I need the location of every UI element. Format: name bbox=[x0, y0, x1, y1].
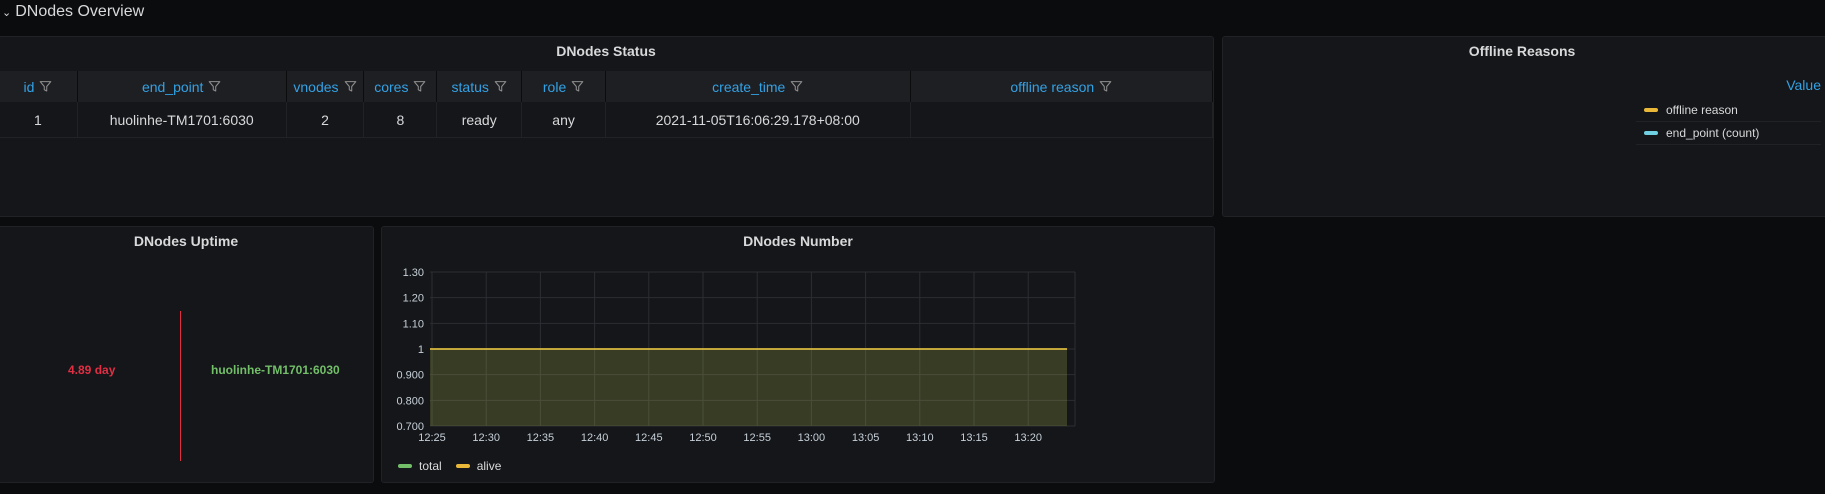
filter-icon[interactable] bbox=[39, 80, 52, 93]
table-body: 1 huolinhe-TM1701:6030 2 8 ready any 2021-11-0… bbox=[0, 102, 1213, 138]
y-tick-label: 1.20 bbox=[403, 293, 424, 305]
legend-swatch bbox=[398, 464, 412, 468]
dnodes-number-chart: 1.301.201.1010.9000.8000.70012:25 12:30 12… bbox=[396, 267, 1076, 444]
x-tick-label: 13:15 bbox=[960, 432, 988, 444]
filter-icon[interactable] bbox=[208, 80, 221, 93]
x-tick-label: 12:30 bbox=[472, 432, 500, 444]
column-header-label: vnodes bbox=[293, 78, 339, 95]
uptime-divider bbox=[180, 311, 181, 461]
legend-swatch bbox=[1644, 108, 1658, 112]
table-cell: 8 bbox=[364, 102, 438, 137]
offline-reasons-panel: Offline Reasons Value offline reason end… bbox=[1222, 36, 1825, 217]
table-header: id end_point vnodes cores status role create_t… bbox=[0, 71, 1213, 102]
column-header[interactable]: create_time bbox=[606, 71, 911, 102]
legend-label: end_point (count) bbox=[1666, 126, 1760, 140]
legend-swatch bbox=[455, 464, 470, 468]
column-header-label: cores bbox=[374, 78, 409, 95]
row-header[interactable]: ⌄ DNodes Overview bbox=[0, 0, 144, 24]
panel-title[interactable]: Offline Reasons bbox=[1223, 43, 1821, 59]
column-header[interactable]: id bbox=[0, 71, 78, 102]
legend-item-total[interactable]: total bbox=[398, 459, 442, 473]
x-tick-label: 12:25 bbox=[418, 432, 446, 444]
column-header-label: offline reason bbox=[1010, 78, 1095, 95]
column-header-label: status bbox=[451, 78, 489, 95]
filter-icon[interactable] bbox=[344, 80, 357, 93]
uptime-value: 4.89 day bbox=[68, 363, 116, 377]
column-header-label: end_point bbox=[141, 78, 204, 95]
x-tick-label: 12:55 bbox=[743, 432, 771, 444]
panel-title[interactable]: DNodes Status bbox=[0, 43, 1213, 59]
panel-title[interactable]: DNodes Uptime bbox=[0, 233, 373, 249]
filter-icon[interactable] bbox=[494, 80, 507, 93]
y-tick-label: 0.900 bbox=[396, 370, 424, 382]
table-row[interactable]: 1 huolinhe-TM1701:6030 2 8 ready any 2021-11-0… bbox=[0, 102, 1213, 138]
x-tick-label: 12:45 bbox=[635, 432, 663, 444]
x-tick-label: 12:40 bbox=[581, 432, 609, 444]
legend-item-offline-reason[interactable]: offline reason bbox=[1636, 99, 1821, 122]
table-cell: any bbox=[522, 102, 606, 137]
column-header[interactable]: offline reason bbox=[911, 71, 1213, 102]
x-tick-label: 12:35 bbox=[527, 432, 555, 444]
legend-label: offline reason bbox=[1666, 103, 1738, 117]
y-tick-label: 1 bbox=[418, 344, 424, 356]
table-cell bbox=[911, 102, 1213, 137]
y-tick-label: 1.30 bbox=[403, 267, 424, 279]
legend-item-alive[interactable]: alive bbox=[455, 459, 502, 473]
table-cell: ready bbox=[437, 102, 523, 137]
x-tick-label: 13:05 bbox=[852, 432, 880, 444]
row-title: DNodes Overview bbox=[15, 3, 145, 20]
legend-header-value[interactable]: Value bbox=[1786, 77, 1821, 93]
dnodes-uptime-panel: DNodes Uptime 4.89 day huolinhe-TM1701:6… bbox=[0, 226, 374, 483]
dnodes-status-panel: DNodes Status id end_point vnodes cores stat… bbox=[0, 36, 1214, 217]
filter-icon[interactable] bbox=[1099, 80, 1112, 93]
table-cell: 1 bbox=[0, 102, 78, 137]
legend-swatch bbox=[1644, 131, 1658, 135]
filter-icon[interactable] bbox=[571, 80, 584, 93]
y-tick-label: 1.10 bbox=[403, 318, 424, 330]
status-table: id end_point vnodes cores status role create_t… bbox=[0, 71, 1213, 138]
filter-icon[interactable] bbox=[413, 80, 426, 93]
x-tick-label: 13:10 bbox=[906, 432, 934, 444]
x-tick-label: 12:50 bbox=[689, 432, 717, 444]
legend-item-end-point-count[interactable]: end_point (count) bbox=[1636, 122, 1821, 145]
column-header-label: id bbox=[23, 78, 35, 95]
column-header[interactable]: role bbox=[522, 71, 606, 102]
column-header[interactable]: vnodes bbox=[287, 71, 365, 102]
filter-icon[interactable] bbox=[790, 80, 803, 93]
table-cell: 2 bbox=[287, 102, 365, 137]
table-cell: 2021-11-05T16:06:29.178+08:00 bbox=[606, 102, 911, 137]
legend-label: alive bbox=[476, 459, 502, 473]
column-header-label: role bbox=[542, 78, 567, 95]
column-header-label: create_time bbox=[712, 78, 786, 95]
legend-label: total bbox=[419, 459, 442, 473]
column-header[interactable]: end_point bbox=[78, 71, 287, 102]
series-area-alive bbox=[430, 349, 1067, 426]
table-cell: huolinhe-TM1701:6030 bbox=[78, 102, 287, 137]
dnodes-number-panel: DNodes Number 1.30 1.20 1.10 1 0.900 0.800 0.7… bbox=[381, 226, 1215, 483]
chevron-down-icon[interactable]: ⌄ bbox=[2, 6, 11, 19]
column-header[interactable]: status bbox=[437, 71, 523, 102]
uptime-endpoint: huolinhe-TM1701:6030 bbox=[211, 363, 340, 377]
column-header[interactable]: cores bbox=[364, 71, 438, 102]
x-tick-label: 13:20 bbox=[1014, 432, 1042, 444]
y-tick-label: 0.800 bbox=[396, 395, 424, 407]
x-tick-label: 13:00 bbox=[798, 432, 826, 444]
chart-legend: total alive bbox=[398, 459, 501, 473]
